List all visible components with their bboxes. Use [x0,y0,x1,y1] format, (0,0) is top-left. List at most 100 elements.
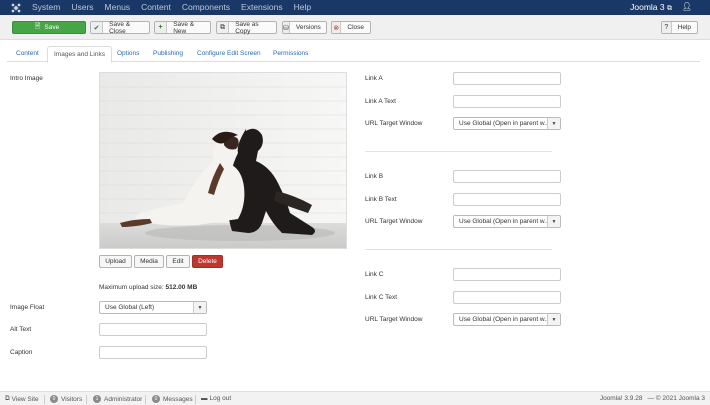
administrator-indicator: 1 Administrator [93,395,142,403]
save-close-button[interactable]: ✔ Save & Close [90,20,150,35]
link-a-text-input[interactable] [453,95,561,108]
logout-label: Log out [209,395,232,402]
plus-icon: + [155,22,168,33]
menu-content[interactable]: Content [141,2,171,12]
save-label: Save [44,24,60,31]
intro-image-preview [99,72,347,249]
image-float-label: Image Float [10,304,45,311]
link-b-target-select[interactable]: Use Global (Open in parent w... ▼ [453,215,561,228]
messages-count-badge: 0 [152,395,160,403]
versions-button[interactable]: ⛁ Versions [282,21,327,34]
link-b-text-input[interactable] [453,193,561,206]
save-new-button[interactable]: + Save & New [154,20,211,35]
help-label: Help [677,24,691,31]
copyright-label: — © 2021 Joomla 3 [647,395,705,402]
visitors-count-badge: 0 [50,395,58,403]
max-upload-prefix: Maximum upload size: [99,284,166,291]
link-a-target-label: URL Target Window [365,120,423,127]
archive-icon: ⛁ [283,22,290,33]
cancel-icon: ⊗ [332,22,342,33]
delete-button[interactable]: Delete [192,255,223,268]
caption-label: Caption [10,349,33,356]
tab-content[interactable]: Content [10,46,45,62]
link-b-input[interactable] [453,170,561,183]
save-button[interactable]: 🗎︎ Save [12,21,86,34]
menu-components[interactable]: Components [182,2,230,12]
tab-permissions[interactable]: Permissions [267,46,314,62]
save-close-label: Save & Close [109,20,131,35]
save-copy-label: Save as Copy [235,20,259,35]
status-bar: ⧉ View Site 0 Visitors 1 Administrator 0… [0,391,710,405]
chevron-down-icon: ▼ [547,216,560,227]
messages-label: Messages [163,395,193,403]
version-info: Joomla! 3.9.28 — © 2021 Joomla 3 [600,395,705,402]
media-button[interactable]: Media [134,255,164,268]
link-b-target-value: Use Global (Open in parent w... [459,218,550,225]
tab-options[interactable]: Options [111,46,145,62]
status-divider [86,395,87,404]
link-b-target-label: URL Target Window [365,218,423,225]
messages-link[interactable]: 0 Messages [152,395,193,403]
site-link[interactable]: Joomla 3 ⧉ [630,2,672,13]
link-a-target-value: Use Global (Open in parent w... [459,120,550,127]
help-button[interactable]: ? Help [661,21,698,34]
save-copy-button[interactable]: ⧉ Save as Copy [216,20,277,35]
link-b-text-label: Link B Text [365,196,397,203]
link-a-text-label: Link A Text [365,98,396,105]
link-a-input[interactable] [453,72,561,85]
max-upload-size: Maximum upload size: 512.00 MB [99,284,197,291]
image-float-select[interactable]: Use Global (Left) ▼ [99,301,207,314]
intro-image-photo [100,73,346,248]
tab-bar: Content Images and Links Options Publish… [7,46,700,63]
upload-button[interactable]: Upload [99,255,132,268]
status-divider [145,395,146,404]
max-upload-value: 512.00 MB [165,284,198,291]
alt-text-label: Alt Text [10,326,32,333]
main-menu: System Users Menus Content Components Ex… [32,2,322,12]
tab-publishing[interactable]: Publishing [147,46,189,62]
link-a-label: Link A [365,75,383,82]
edit-button[interactable]: Edit [166,255,190,268]
joomla-logo-icon[interactable] [11,3,21,13]
menu-extensions[interactable]: Extensions [241,2,283,12]
question-icon: ? [662,22,672,33]
intro-image-label: Intro Image [10,75,43,82]
view-site-link[interactable]: ⧉ View Site [5,395,39,403]
link-c-target-select[interactable]: Use Global (Open in parent w... ▼ [453,313,561,326]
menu-system[interactable]: System [32,2,60,12]
external-link-icon: ⧉ [5,395,10,402]
section-divider [365,151,552,152]
administrator-label: Administrator [104,395,143,403]
logout-icon: ▬ [201,395,208,402]
visitors-label: Visitors [61,395,83,403]
link-a-target-select[interactable]: Use Global (Open in parent w... ▼ [453,117,561,130]
link-b-label: Link B [365,173,384,180]
link-c-target-value: Use Global (Open in parent w... [459,316,550,323]
chevron-down-icon: ▼ [547,118,560,129]
link-c-text-input[interactable] [453,291,561,304]
image-float-value: Use Global (Left) [105,304,155,311]
toolbar: 🗎︎ Save ✔ Save & Close + Save & New ⧉ Sa… [0,15,710,40]
menu-users[interactable]: Users [71,2,93,12]
menu-help[interactable]: Help [294,2,311,12]
tab-images-and-links[interactable]: Images and Links [47,46,112,63]
close-label: Close [347,24,364,31]
save-new-label: Save & New [173,20,195,35]
close-button[interactable]: ⊗ Close [331,21,371,34]
section-divider [365,249,552,250]
user-menu-icon[interactable]: 👤︎ [682,2,692,11]
caption-input[interactable] [99,346,207,359]
copy-icon: ⧉ [217,22,230,33]
chevron-down-icon: ▼ [547,314,560,325]
alt-text-input[interactable] [99,323,207,336]
link-c-target-label: URL Target Window [365,316,423,323]
menu-menus[interactable]: Menus [105,2,131,12]
tab-configure-edit-screen[interactable]: Configure Edit Screen [191,46,267,62]
link-c-text-label: Link C Text [365,294,398,301]
status-divider [195,395,196,404]
link-c-input[interactable] [453,268,561,281]
check-icon: ✔ [91,22,104,33]
version-label: Joomla! 3.9.28 [599,395,643,402]
site-name: Joomla 3 [630,2,665,12]
logout-link[interactable]: ▬ Log out [201,395,231,402]
